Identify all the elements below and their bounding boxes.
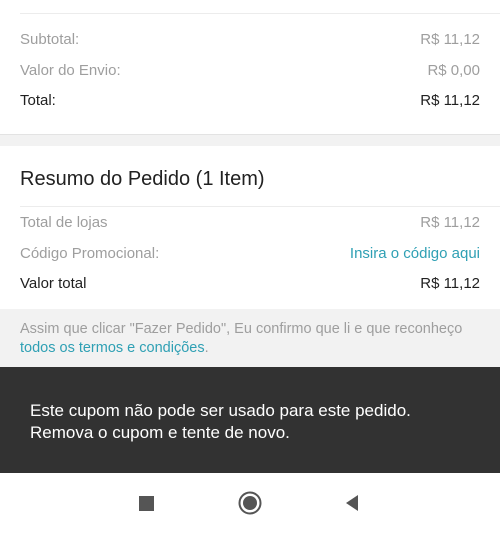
grand-total-value: R$ 11,12	[420, 275, 480, 292]
stores-total-value: R$ 11,12	[420, 214, 480, 231]
total-label: Total:	[20, 92, 56, 109]
recents-button[interactable]	[133, 490, 159, 516]
grand-total-label: Valor total	[20, 275, 87, 292]
promo-code-label: Código Promocional:	[20, 245, 160, 262]
subtotal-row: Subtotal: R$ 11,12	[20, 31, 480, 49]
toast-message-line1: Este cupom não pode ser usado para este …	[30, 401, 411, 420]
shipping-value: R$ 0,00	[427, 62, 480, 79]
subtotal-value: R$ 11,12	[420, 31, 480, 48]
stores-total-label: Total de lojas	[20, 214, 108, 231]
home-icon	[238, 491, 262, 515]
back-icon	[346, 495, 358, 511]
terms-text: Assim que clicar "Fazer Pedido", Eu conf…	[20, 321, 463, 337]
terms-period: .	[204, 340, 209, 356]
subtotal-label: Subtotal:	[20, 31, 80, 48]
back-button[interactable]	[340, 490, 366, 516]
error-toast: Este cupom não pode ser usado para este …	[0, 367, 500, 473]
terms-link[interactable]: todos os termos e condições	[20, 340, 205, 356]
stores-total-row: Total de lojas R$ 11,12	[20, 214, 480, 232]
terms-notice: Assim que clicar "Fazer Pedido", Eu conf…	[0, 309, 500, 367]
promo-code-link[interactable]: Insira o código aqui	[350, 245, 480, 263]
grand-total-row: Valor total R$ 11,12	[20, 275, 480, 293]
section-separator	[0, 134, 500, 146]
promo-code-row: Código Promocional: Insira o código aqui	[20, 245, 480, 263]
total-row: Total: R$ 11,12	[20, 92, 480, 110]
home-button[interactable]	[237, 490, 263, 516]
top-divider	[20, 13, 500, 14]
order-summary-title: Resumo do Pedido (1 Item)	[20, 168, 265, 190]
total-value: R$ 11,12	[420, 92, 480, 109]
recents-icon	[138, 495, 154, 511]
shipping-row: Valor do Envio: R$ 0,00	[20, 62, 480, 80]
toast-message-line2: Remova o cupom e tente de novo.	[30, 423, 290, 442]
shipping-label: Valor do Envio:	[20, 62, 121, 79]
system-navigation-bar	[0, 473, 500, 534]
order-summary-divider	[20, 206, 500, 207]
